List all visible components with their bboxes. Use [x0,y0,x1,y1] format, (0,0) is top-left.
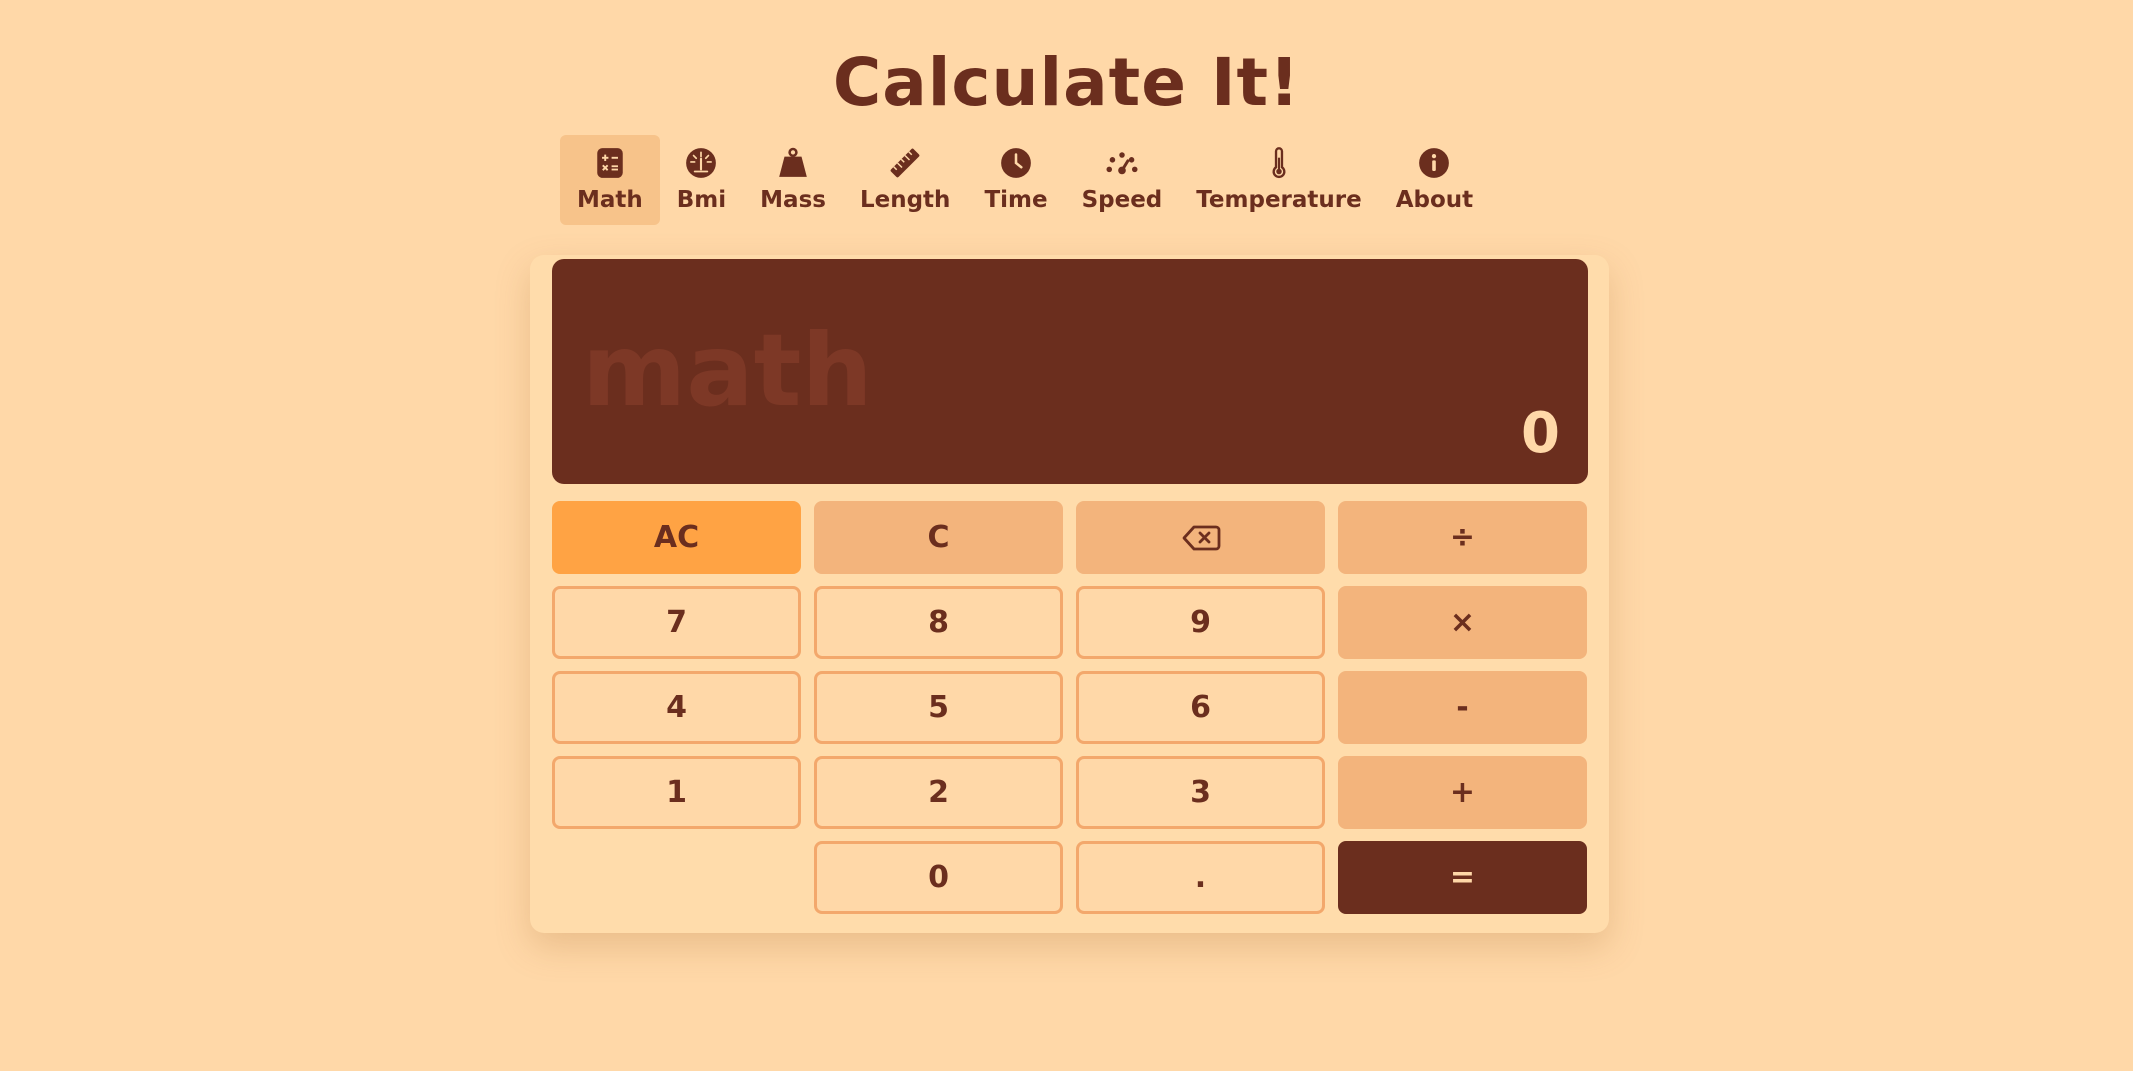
nav-item-bmi[interactable]: Bmi [660,135,743,225]
keypad: AC C ÷ 7 8 9 × 4 5 6 - 1 2 3 + 0 . = [552,501,1588,914]
digit-6-button[interactable]: 6 [1076,671,1325,744]
digit-2-button[interactable]: 2 [814,756,1063,829]
nav-label-math: Math [577,187,643,213]
nav-item-math[interactable]: Math [560,135,660,225]
digit-5-button[interactable]: 5 [814,671,1063,744]
digit-1-button[interactable]: 1 [552,756,801,829]
display-mode-watermark: math [582,312,873,429]
digit-4-button[interactable]: 4 [552,671,801,744]
display-value: 0 [1521,401,1560,466]
decimal-button[interactable]: . [1076,841,1325,914]
calculator-icon [597,148,623,178]
backspace-button[interactable] [1076,501,1325,574]
nav-label-mass: Mass [760,187,826,213]
nav-label-time: Time [984,187,1048,213]
all-clear-button[interactable]: AC [552,501,801,574]
clear-button[interactable]: C [814,501,1063,574]
info-icon [1419,148,1450,178]
nav-item-speed[interactable]: Speed [1065,135,1180,225]
calculator-card: math 0 AC C ÷ 7 8 9 × 4 5 6 - 1 2 3 + 0 … [530,255,1609,933]
equals-button[interactable]: = [1338,841,1587,914]
digit-0-button[interactable]: 0 [814,841,1063,914]
nav-item-temperature[interactable]: Temperature [1179,135,1378,225]
nav-label-temperature: Temperature [1196,187,1362,213]
nav-label-about: About [1395,187,1474,213]
nav-label-length: Length [859,187,951,213]
add-button[interactable]: + [1338,756,1587,829]
nav-item-time[interactable]: Time [967,135,1064,225]
speedometer-icon [1106,152,1138,175]
multiply-button[interactable]: × [1338,586,1587,659]
nav-item-mass[interactable]: Mass [743,135,843,225]
nav-label-bmi: Bmi [676,187,727,213]
backspace-icon [1182,525,1220,550]
clock-icon [1001,148,1031,178]
ruler-icon [890,148,920,178]
digit-7-button[interactable]: 7 [552,586,801,659]
weight-icon [779,147,807,177]
divide-button[interactable]: ÷ [1338,501,1587,574]
nav-item-length[interactable]: Length [843,135,967,225]
nav-item-about[interactable]: About [1379,135,1490,225]
gauge-icon [686,148,717,178]
digit-8-button[interactable]: 8 [814,586,1063,659]
subtract-button[interactable]: - [1338,671,1587,744]
nav-label-speed: Speed [1081,187,1163,213]
calculator-display: math 0 [552,259,1588,484]
app-title: Calculate It! [832,44,1301,121]
thermometer-icon [1272,147,1286,179]
mode-nav: Math Bmi Mass Length Time Speed Temperat… [560,135,1490,225]
digit-3-button[interactable]: 3 [1076,756,1325,829]
digit-9-button[interactable]: 9 [1076,586,1325,659]
